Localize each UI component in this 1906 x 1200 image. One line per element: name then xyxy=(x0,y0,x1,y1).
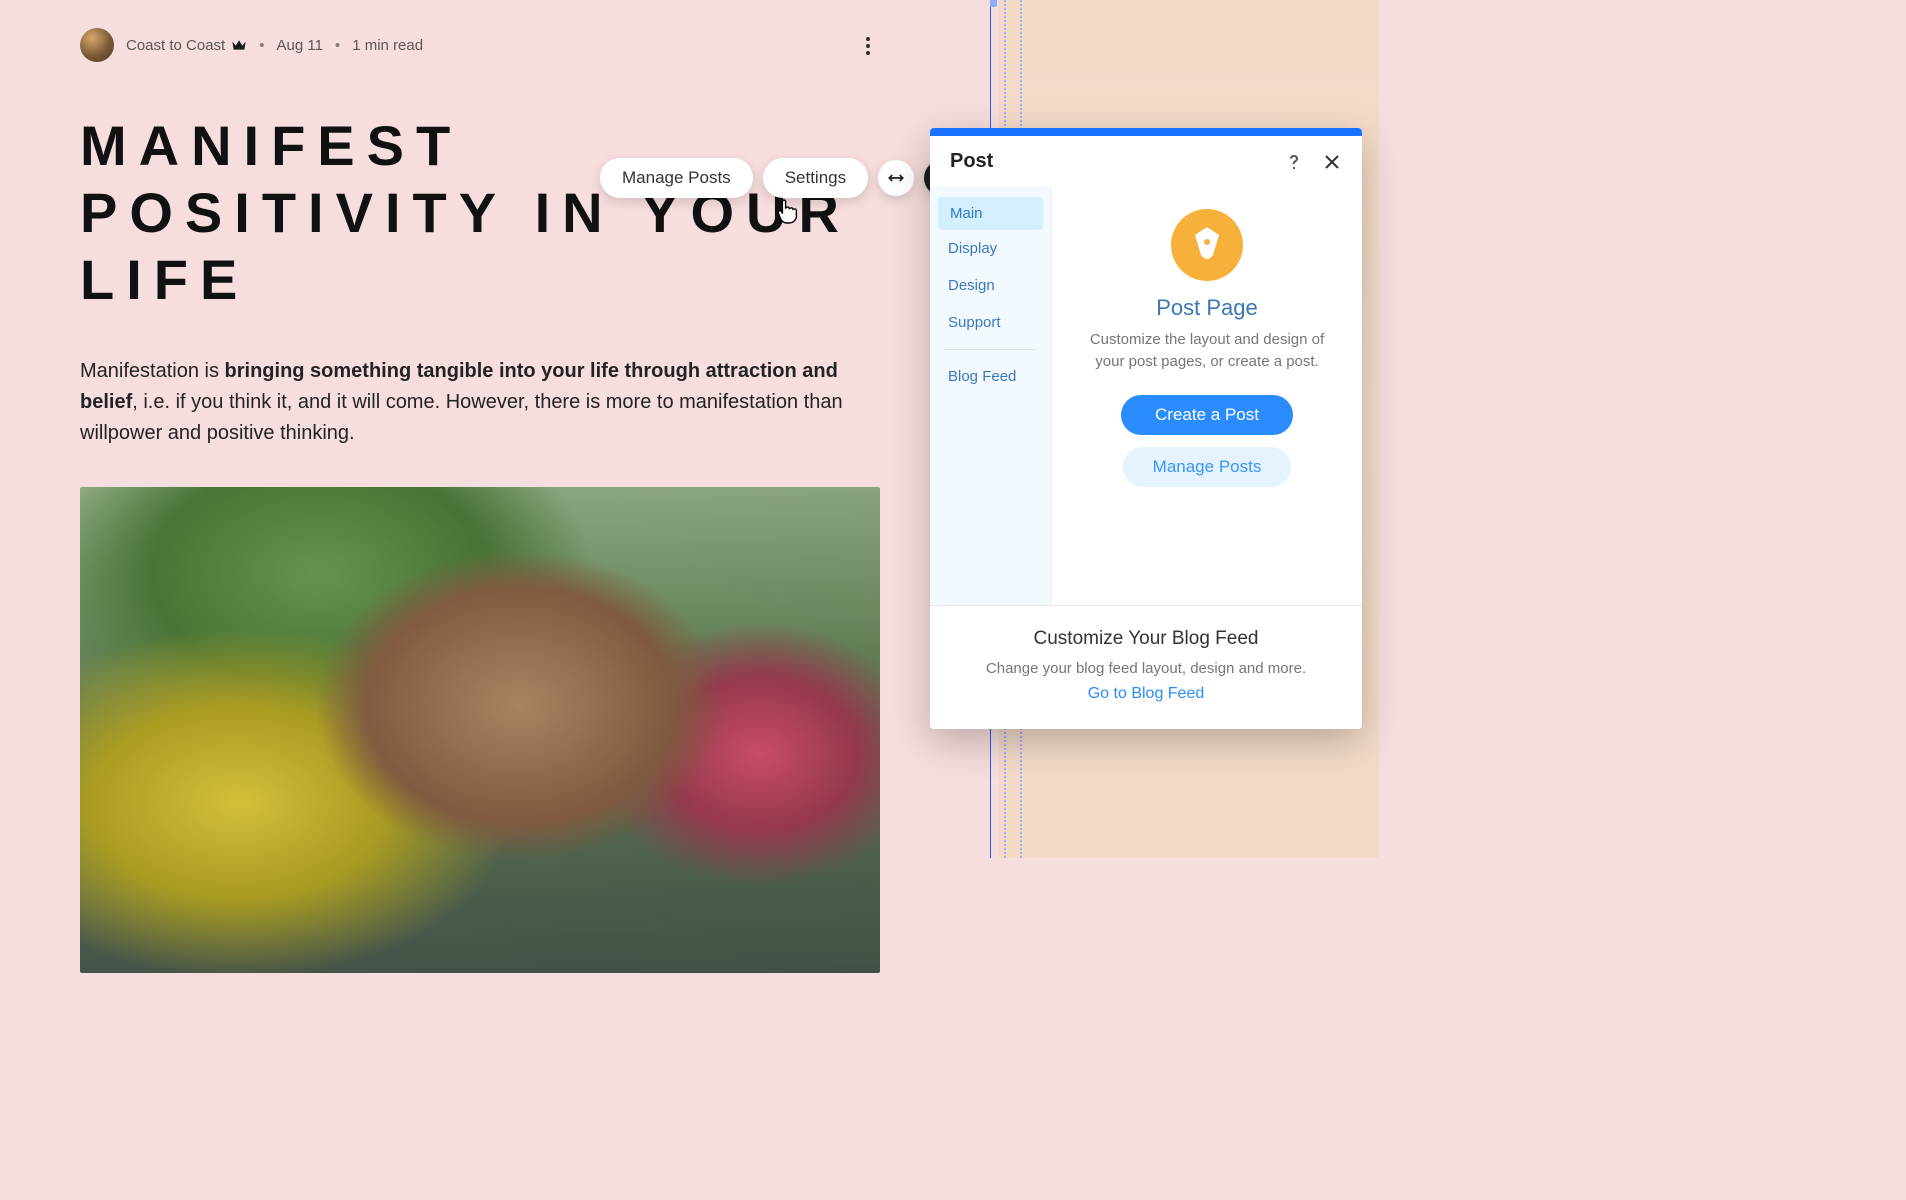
post-meta: Coast to Coast • Aug 11 • 1 min read xyxy=(80,28,880,62)
footer-desc: Change your blog feed layout, design and… xyxy=(958,658,1334,679)
panel-main: Post Page Customize the layout and desig… xyxy=(1052,187,1362,605)
panel-nav: Main Display Design Support Blog Feed xyxy=(930,187,1052,605)
post-read-time: 1 min read xyxy=(352,37,423,54)
panel-header: Post xyxy=(930,136,1362,187)
settings-button[interactable]: Settings xyxy=(763,158,868,198)
nav-item-design[interactable]: Design xyxy=(930,267,1051,304)
nav-divider xyxy=(944,349,1037,350)
post-title: Manifest Positivity in Your Life xyxy=(80,112,880,314)
manage-posts-button-panel[interactable]: Manage Posts xyxy=(1123,447,1292,487)
post-settings-panel: Post Main Display Design Support Blog Fe… xyxy=(930,128,1362,729)
panel-title: Post xyxy=(950,150,993,173)
meta-separator: • xyxy=(259,37,264,54)
author-row[interactable]: Coast to Coast xyxy=(126,37,247,54)
panel-help-icon[interactable] xyxy=(1284,152,1304,172)
post-body: Manifestation is bringing something tang… xyxy=(80,356,880,449)
go-to-blog-feed-link[interactable]: Go to Blog Feed xyxy=(1088,685,1205,703)
author-avatar[interactable] xyxy=(80,28,114,62)
post-date: Aug 11 xyxy=(276,37,322,54)
panel-close-icon[interactable] xyxy=(1322,152,1342,172)
post-body-suffix: , i.e. if you think it, and it will come… xyxy=(80,391,843,444)
create-post-button[interactable]: Create a Post xyxy=(1121,395,1293,435)
admin-crown-icon xyxy=(231,39,247,51)
author-name: Coast to Coast xyxy=(126,37,225,54)
post-body-prefix: Manifestation is xyxy=(80,360,225,382)
footer-heading: Customize Your Blog Feed xyxy=(958,628,1334,650)
pen-nib-icon xyxy=(1171,209,1243,281)
manage-posts-button[interactable]: Manage Posts xyxy=(600,158,753,198)
panel-accent-bar xyxy=(930,128,1362,136)
panel-main-heading: Post Page xyxy=(1080,295,1334,321)
nav-item-blog-feed[interactable]: Blog Feed xyxy=(930,358,1051,395)
cursor-pointer-icon xyxy=(775,198,799,226)
element-toolbar: Manage Posts Settings xyxy=(600,158,960,198)
post-more-menu[interactable] xyxy=(856,34,880,58)
panel-footer: Customize Your Blog Feed Change your blo… xyxy=(930,605,1362,729)
post-hero-image xyxy=(80,487,880,973)
meta-separator: • xyxy=(335,37,340,54)
nav-item-main[interactable]: Main xyxy=(938,197,1043,230)
stretch-icon[interactable] xyxy=(878,160,914,196)
panel-main-desc: Customize the layout and design of your … xyxy=(1080,329,1334,373)
nav-item-display[interactable]: Display xyxy=(930,230,1051,267)
nav-item-support[interactable]: Support xyxy=(930,304,1051,341)
